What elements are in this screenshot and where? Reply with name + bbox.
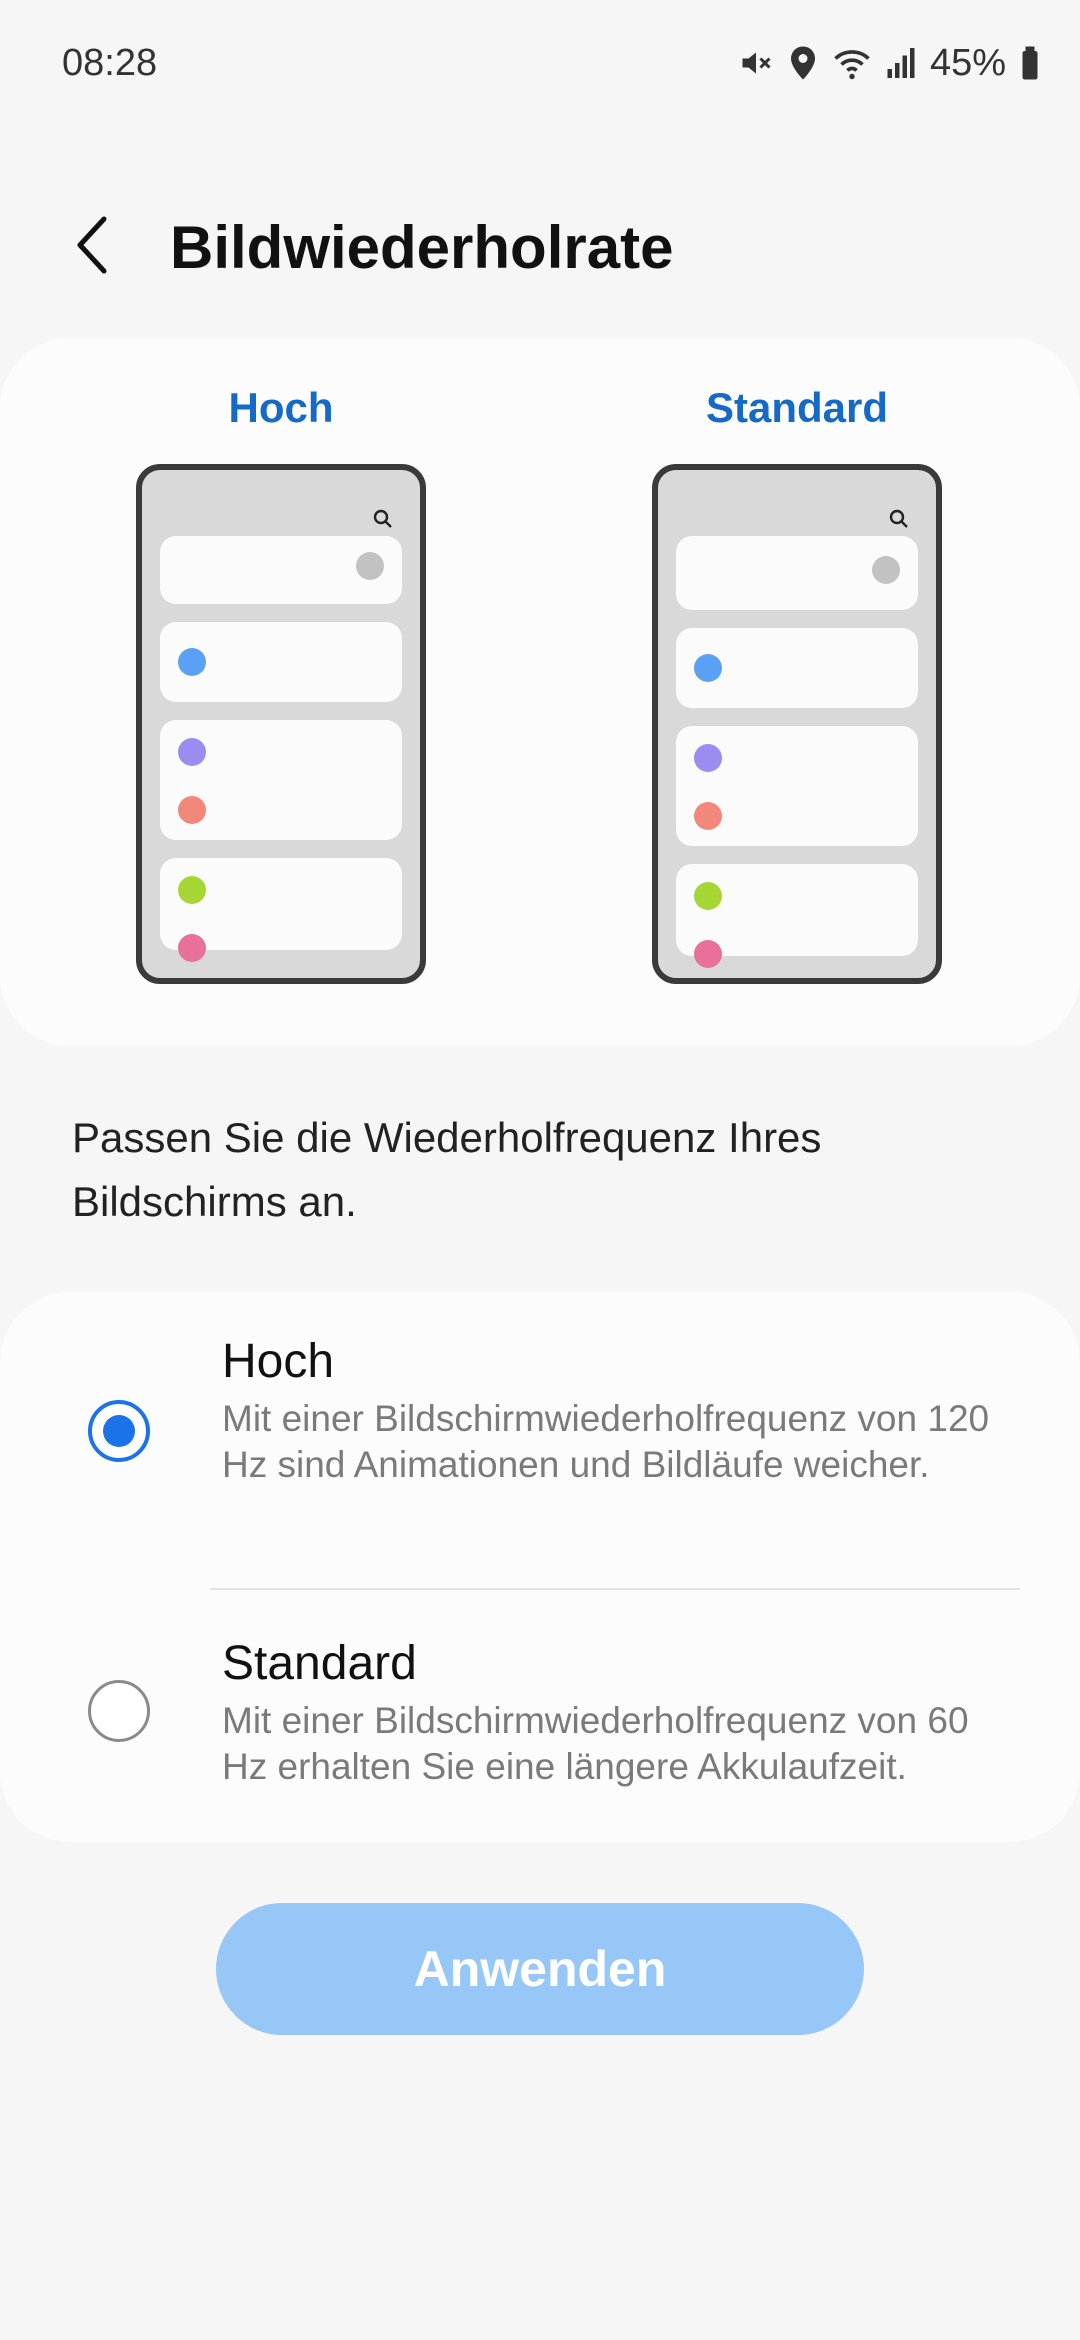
location-icon xyxy=(788,45,818,81)
option-divider xyxy=(210,1588,1020,1590)
signal-icon xyxy=(886,45,916,81)
radio-hoch[interactable] xyxy=(88,1400,150,1462)
status-time: 08:28 xyxy=(62,42,158,84)
battery-percent: 45% xyxy=(929,41,1006,84)
dot-purple xyxy=(178,738,206,766)
dot-purple xyxy=(694,744,722,772)
phone-mockup-standard xyxy=(652,464,942,984)
radio-standard[interactable] xyxy=(88,1680,150,1742)
option-title-standard: Standard xyxy=(222,1637,417,1690)
wifi-icon xyxy=(832,45,872,81)
option-desc-standard: Mit einer Bildschirmwiederholfrequenz vo… xyxy=(222,1700,969,1787)
mini-card xyxy=(160,622,402,702)
dot-pink xyxy=(178,934,206,962)
preview-standard: Standard xyxy=(652,378,942,984)
dot-green xyxy=(694,882,722,910)
status-bar: 08:28 45% xyxy=(0,0,1080,128)
mini-card xyxy=(676,864,918,968)
dot-gray xyxy=(356,552,384,580)
description-text: Passen Sie die Wiederholfrequenz Ihres B… xyxy=(72,1114,822,1225)
header: Bildwiederholrate xyxy=(0,195,1080,295)
apply-button[interactable]: Anwenden xyxy=(216,1903,864,2035)
dot-salmon xyxy=(178,796,206,824)
preview-label-hoch: Hoch xyxy=(228,384,334,431)
dot-gray xyxy=(872,556,900,584)
back-arrow-icon xyxy=(77,216,107,274)
option-title-hoch: Hoch xyxy=(222,1335,335,1388)
mini-card xyxy=(160,720,402,840)
mini-card xyxy=(160,536,402,604)
mini-card xyxy=(160,858,402,962)
dot-salmon xyxy=(694,802,722,830)
option-desc-hoch: Mit einer Bildschirmwiederholfrequenz vo… xyxy=(222,1398,990,1485)
search-icon xyxy=(373,509,392,528)
page-title: Bildwiederholrate xyxy=(170,214,674,281)
mini-card xyxy=(676,536,918,610)
mini-card xyxy=(676,628,918,708)
dot-blue xyxy=(178,648,206,676)
options-card: Hoch Mit einer Bildschirmwiederholfreque… xyxy=(0,1292,1080,1842)
dot-blue xyxy=(694,654,722,682)
preview-hoch: Hoch xyxy=(136,378,426,984)
mute-icon xyxy=(738,45,774,81)
back-button[interactable] xyxy=(62,207,122,283)
preview-label-standard: Standard xyxy=(705,384,889,431)
dot-pink xyxy=(694,940,722,968)
status-icons: 45% xyxy=(738,38,1040,88)
battery-icon xyxy=(1020,45,1040,81)
screen: 08:28 45% Bildwiederholrate Hoch Standar… xyxy=(0,0,1080,2340)
search-icon xyxy=(889,509,908,528)
preview-card: Hoch Standard xyxy=(0,338,1080,1046)
mini-card xyxy=(676,726,918,846)
option-hoch[interactable]: Hoch Mit einer Bildschirmwiederholfreque… xyxy=(0,1334,1080,1584)
phone-mockup-hoch xyxy=(136,464,426,984)
dot-green xyxy=(178,876,206,904)
option-standard[interactable]: Standard Mit einer Bildschirmwiederholfr… xyxy=(0,1636,1080,1816)
